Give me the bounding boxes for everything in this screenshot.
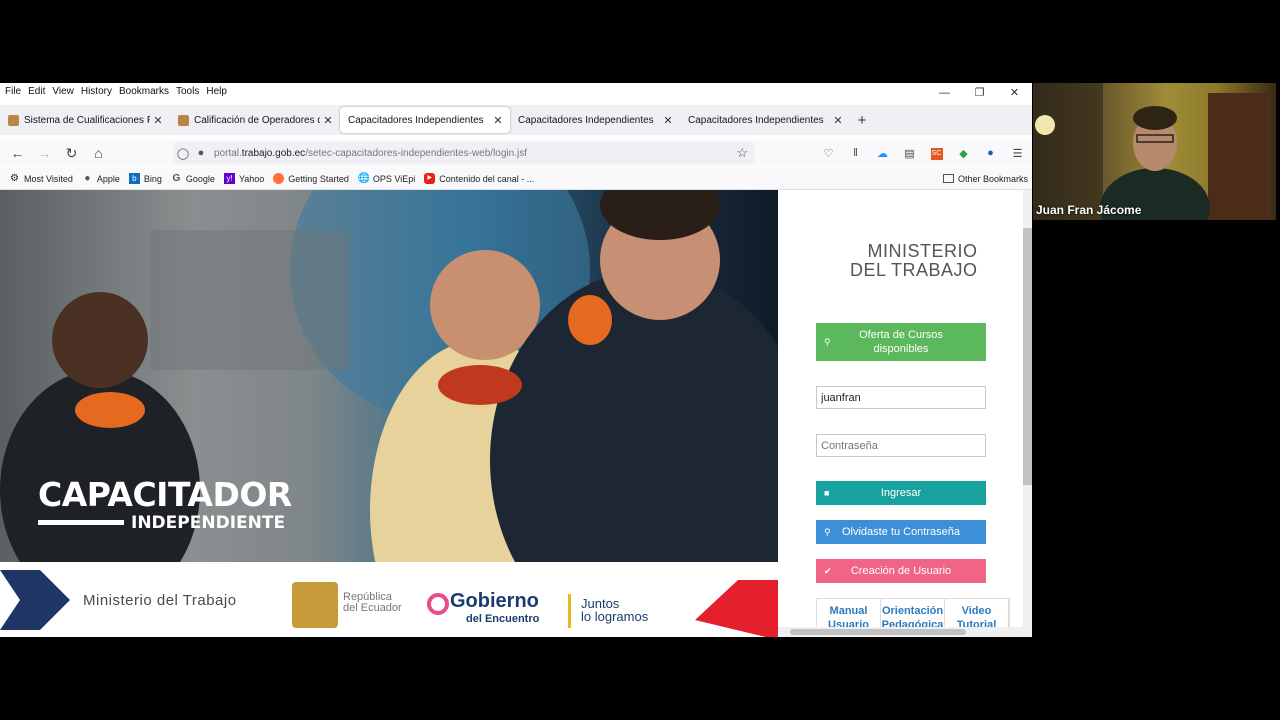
password-input[interactable]: [816, 434, 986, 457]
yahoo-icon: y!: [223, 173, 235, 184]
bing-icon: b: [128, 173, 140, 184]
tab-1[interactable]: Sistema de Cualificaciones Prof ✕: [0, 107, 170, 133]
url-text: portal.trabajo.gob.ec/setec-capacitadore…: [214, 147, 527, 159]
new-tab-icon[interactable]: +: [850, 112, 874, 129]
close-tab-icon[interactable]: ✕: [660, 114, 676, 127]
hero-divider: [38, 520, 124, 525]
bookmark-bing[interactable]: b Bing: [128, 173, 162, 184]
sidebar-icon[interactable]: ▤: [896, 147, 923, 160]
menu-edit[interactable]: Edit: [28, 86, 45, 97]
extension-shield-icon[interactable]: ◆: [950, 147, 977, 160]
gear-icon: ⚙: [10, 173, 19, 184]
banner-encuentro-text: del Encuentro: [466, 613, 540, 625]
hero-title: CAPACITADOR: [38, 475, 292, 514]
bookmark-yahoo[interactable]: y! Yahoo: [223, 173, 264, 184]
address-bar[interactable]: ◯ ● portal.trabajo.gob.ec/setec-capacita…: [174, 142, 754, 164]
close-window-icon[interactable]: ✕: [997, 83, 1032, 103]
government-banner: Ministerio del Trabajo República del Ecua…: [0, 562, 778, 637]
banner-gobierno-text: Gobierno: [450, 590, 539, 612]
hero-image: CAPACITADOR INDEPENDIENTE: [0, 190, 778, 562]
login-panel: MINISTERIO DEL TRABAJO ⚲ Oferta de Curso…: [778, 190, 1023, 637]
presenter-video: [1033, 83, 1268, 220]
tab-2[interactable]: Calificación de Operadores de C ✕: [170, 107, 340, 133]
menu-bar: File Edit View History Bookmarks Tools H…: [0, 83, 1032, 99]
horizontal-scroll-thumb[interactable]: [790, 629, 966, 635]
bookmark-ops-viepi[interactable]: 🌐 OPS ViEpi: [358, 173, 415, 184]
menu-icon[interactable]: ☰: [1004, 147, 1031, 160]
oferta-cursos-button[interactable]: ⚲ Oferta de Cursos disponibles: [816, 323, 986, 361]
tab-title: Capacitadores Independientes: [688, 114, 824, 126]
youtube-icon: ▶: [424, 173, 436, 184]
ecuador-seal-icon: [178, 114, 189, 126]
web-page: CAPACITADOR INDEPENDIENTE Ministerio del…: [0, 190, 1032, 637]
extension-sc-icon[interactable]: SC: [923, 146, 950, 160]
navigation-bar: ← → ↻ ⌂ ◯ ● portal.trabajo.gob.ec/setec-…: [0, 139, 1032, 167]
shield-icon[interactable]: ◯: [174, 147, 192, 160]
creacion-usuario-button[interactable]: ✔ Creación de Usuario: [816, 559, 986, 583]
menu-view[interactable]: View: [52, 86, 74, 97]
key-icon: ⚲: [824, 526, 831, 537]
pocket-icon[interactable]: ♡: [815, 147, 842, 160]
webcam-feed: Juan Fran Jácome: [1033, 83, 1276, 220]
forward-icon[interactable]: →: [31, 145, 58, 161]
bookmark-google[interactable]: G Google: [171, 173, 215, 184]
home-icon[interactable]: ⌂: [85, 145, 112, 161]
ministerio-logo: MINISTERIO DEL TRABAJO: [850, 241, 978, 280]
user-icon: ■: [824, 488, 830, 498]
menu-tools[interactable]: Tools: [176, 86, 199, 97]
firefox-icon: [273, 173, 285, 184]
search-icon: ⚲: [824, 337, 831, 347]
ecuador-seal-icon: [8, 114, 19, 126]
banner-ministerio-text: Ministerio del Trabajo: [83, 592, 237, 609]
reload-icon[interactable]: ↻: [58, 145, 85, 162]
hero-subtitle: INDEPENDIENTE: [131, 513, 286, 533]
tab-title: Capacitadores Independientes: [348, 114, 484, 126]
bookmark-most-visited[interactable]: ⚙ Most Visited: [9, 173, 73, 184]
bookmark-getting-started[interactable]: Getting Started: [273, 173, 349, 184]
menu-bookmarks[interactable]: Bookmarks: [119, 86, 169, 97]
close-tab-icon[interactable]: ✕: [830, 114, 846, 127]
tab-3-active[interactable]: Capacitadores Independientes ✕: [340, 107, 510, 133]
vertical-scroll-thumb[interactable]: [1023, 228, 1032, 485]
close-tab-icon[interactable]: ✕: [490, 114, 506, 127]
bookmarks-bar: ⚙ Most Visited ● Apple b Bing G Google y! Yah…: [0, 168, 1032, 190]
back-icon[interactable]: ←: [4, 145, 31, 161]
tab-title: Calificación de Operadores de C: [194, 114, 320, 126]
folder-icon: [942, 174, 954, 183]
presenter-name: Juan Fran Jácome: [1036, 203, 1142, 217]
tab-bar: Sistema de Cualificaciones Prof ✕ Califi…: [0, 105, 1032, 135]
tab-4[interactable]: Capacitadores Independientes ✕: [510, 107, 680, 133]
username-input[interactable]: [816, 386, 986, 409]
cloud-icon[interactable]: ☁: [869, 147, 896, 160]
library-icon[interactable]: ‖: [842, 147, 869, 159]
other-bookmarks[interactable]: Other Bookmarks: [942, 174, 1028, 184]
lock-icon[interactable]: ●: [192, 147, 210, 159]
menu-file[interactable]: File: [5, 86, 21, 97]
banner-juntos-text: Juntos lo logramos: [581, 596, 649, 624]
toolbar-icons: ♡ ‖ ☁ ▤ SC ◆ ● ☰: [815, 139, 1031, 167]
browser-window: File Edit View History Bookmarks Tools H…: [0, 83, 1032, 637]
banner-republica-text: República del Ecuador: [343, 591, 402, 614]
google-icon: G: [172, 173, 181, 184]
menu-help[interactable]: Help: [206, 86, 227, 97]
bookmark-contenido[interactable]: ▶ Contenido del canal - ...: [424, 173, 534, 184]
ingresar-button[interactable]: ■ Ingresar: [816, 481, 986, 505]
tab-title: Sistema de Cualificaciones Prof: [24, 114, 150, 126]
menu-history[interactable]: History: [81, 86, 112, 97]
tab-title: Capacitadores Independientes: [518, 114, 654, 126]
minimize-icon[interactable]: —: [927, 83, 962, 103]
extension-globe-icon[interactable]: ●: [977, 147, 1004, 159]
olvidaste-password-button[interactable]: ⚲ Olvidaste tu Contraseña: [816, 520, 986, 544]
bookmark-apple[interactable]: ● Apple: [82, 173, 120, 184]
apple-icon: ●: [84, 173, 91, 184]
close-tab-icon[interactable]: ✕: [320, 114, 336, 127]
close-tab-icon[interactable]: ✕: [150, 114, 166, 127]
star-icon[interactable]: ☆: [736, 145, 748, 161]
tab-5[interactable]: Capacitadores Independientes ✕: [680, 107, 850, 133]
globe-icon: 🌐: [357, 173, 371, 184]
check-icon: ✔: [824, 565, 832, 576]
restore-icon[interactable]: ❐: [962, 83, 997, 103]
window-controls: — ❐ ✕: [927, 83, 1032, 103]
